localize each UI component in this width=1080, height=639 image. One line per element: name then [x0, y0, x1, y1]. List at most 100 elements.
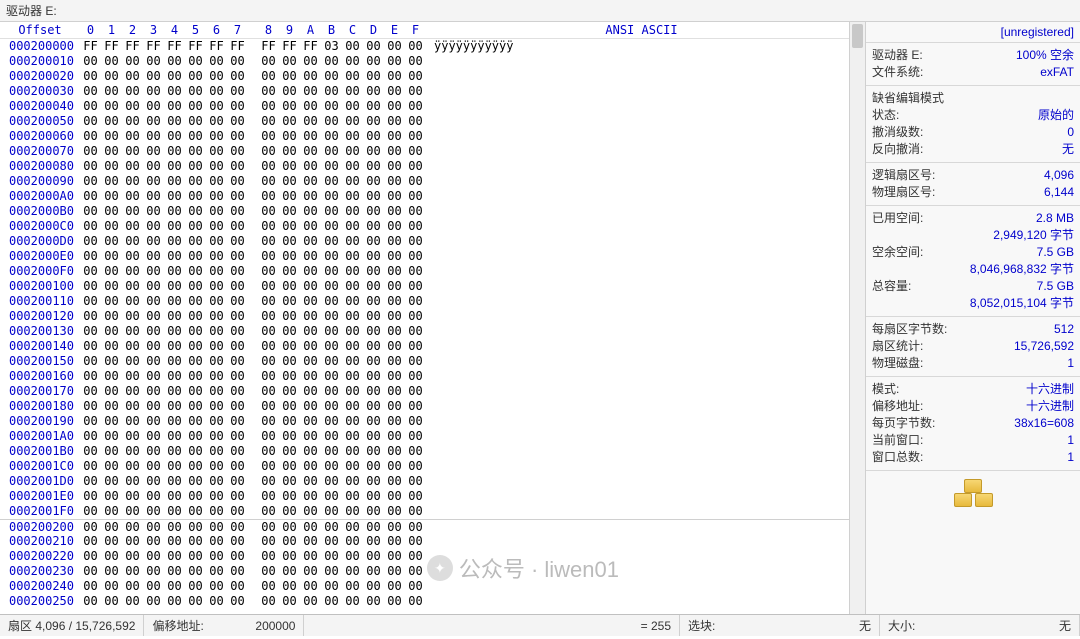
hex-byte[interactable]: 00: [300, 564, 321, 579]
hex-byte[interactable]: 00: [164, 429, 185, 444]
hex-byte[interactable]: 00: [279, 129, 300, 144]
hex-byte[interactable]: 00: [342, 294, 363, 309]
hex-byte[interactable]: 00: [122, 534, 143, 549]
hex-byte[interactable]: 00: [164, 54, 185, 69]
hex-byte[interactable]: 00: [143, 414, 164, 429]
hex-byte[interactable]: 00: [164, 549, 185, 564]
hex-byte[interactable]: 00: [80, 99, 101, 114]
hex-byte[interactable]: 00: [80, 204, 101, 219]
hex-byte[interactable]: 00: [363, 174, 384, 189]
hex-row[interactable]: 0002000300000000000000000000000000000000…: [0, 84, 849, 99]
hex-byte[interactable]: 00: [227, 54, 248, 69]
hex-byte[interactable]: 00: [164, 249, 185, 264]
hex-byte[interactable]: 00: [258, 144, 279, 159]
hex-byte[interactable]: FF: [227, 39, 248, 54]
hex-byte[interactable]: 00: [342, 504, 363, 519]
hex-byte[interactable]: 00: [164, 459, 185, 474]
hex-byte[interactable]: 00: [122, 459, 143, 474]
hex-byte[interactable]: 00: [206, 489, 227, 504]
hex-row[interactable]: 0002000F00000000000000000000000000000000…: [0, 264, 849, 279]
hex-byte[interactable]: 00: [279, 399, 300, 414]
hex-byte[interactable]: 00: [342, 384, 363, 399]
hex-byte[interactable]: 00: [227, 369, 248, 384]
hex-byte[interactable]: 00: [321, 534, 342, 549]
hex-byte[interactable]: 00: [384, 504, 405, 519]
hex-byte[interactable]: 00: [227, 204, 248, 219]
hex-byte[interactable]: 00: [185, 54, 206, 69]
hex-byte[interactable]: 00: [164, 564, 185, 579]
hex-byte[interactable]: 00: [321, 264, 342, 279]
hex-byte[interactable]: 00: [279, 414, 300, 429]
hex-byte[interactable]: 00: [363, 264, 384, 279]
hex-byte[interactable]: 00: [122, 594, 143, 609]
ascii-cell[interactable]: [426, 339, 434, 354]
hex-byte[interactable]: 00: [405, 534, 426, 549]
ascii-cell[interactable]: [426, 114, 434, 129]
hex-row[interactable]: 0002000A00000000000000000000000000000000…: [0, 189, 849, 204]
hex-byte[interactable]: 00: [185, 69, 206, 84]
hex-byte[interactable]: 00: [143, 564, 164, 579]
hex-byte[interactable]: 00: [300, 234, 321, 249]
hex-byte[interactable]: 00: [405, 399, 426, 414]
hex-byte[interactable]: 00: [405, 99, 426, 114]
hex-byte[interactable]: 00: [279, 594, 300, 609]
hex-byte[interactable]: 00: [80, 294, 101, 309]
hex-byte[interactable]: 00: [164, 309, 185, 324]
hex-byte[interactable]: 00: [300, 174, 321, 189]
hex-byte[interactable]: 00: [342, 69, 363, 84]
hex-byte[interactable]: 00: [80, 579, 101, 594]
hex-byte[interactable]: 00: [227, 309, 248, 324]
hex-byte[interactable]: 00: [405, 69, 426, 84]
hex-byte[interactable]: 00: [143, 309, 164, 324]
ascii-cell[interactable]: [426, 474, 434, 489]
hex-byte[interactable]: 00: [143, 69, 164, 84]
hex-byte[interactable]: 00: [279, 564, 300, 579]
hex-byte[interactable]: 00: [363, 159, 384, 174]
hex-byte[interactable]: 00: [363, 144, 384, 159]
hex-byte[interactable]: 00: [206, 174, 227, 189]
hex-byte[interactable]: 00: [227, 339, 248, 354]
hex-byte[interactable]: 00: [279, 249, 300, 264]
hex-byte[interactable]: 00: [405, 429, 426, 444]
hex-byte[interactable]: 00: [279, 114, 300, 129]
hex-byte[interactable]: 00: [122, 204, 143, 219]
hex-row[interactable]: 0002002500000000000000000000000000000000…: [0, 594, 849, 609]
hex-byte[interactable]: 00: [164, 369, 185, 384]
hex-byte[interactable]: 00: [143, 99, 164, 114]
hex-byte[interactable]: 00: [258, 234, 279, 249]
hex-byte[interactable]: FF: [206, 39, 227, 54]
hex-byte[interactable]: 00: [363, 429, 384, 444]
ascii-cell[interactable]: [426, 129, 434, 144]
hex-byte[interactable]: 00: [122, 114, 143, 129]
hex-byte[interactable]: 00: [164, 504, 185, 519]
hex-byte[interactable]: 00: [384, 520, 405, 534]
hex-byte[interactable]: 00: [164, 204, 185, 219]
hex-byte[interactable]: 00: [101, 369, 122, 384]
hex-byte[interactable]: 00: [80, 69, 101, 84]
ascii-cell[interactable]: [426, 249, 434, 264]
hex-byte[interactable]: 00: [384, 279, 405, 294]
hex-byte[interactable]: 00: [258, 474, 279, 489]
hex-row[interactable]: 0002000500000000000000000000000000000000…: [0, 114, 849, 129]
hex-byte[interactable]: 00: [342, 144, 363, 159]
hex-byte[interactable]: 00: [363, 309, 384, 324]
hex-byte[interactable]: 00: [258, 354, 279, 369]
hex-byte[interactable]: 00: [185, 354, 206, 369]
hex-byte[interactable]: 00: [101, 219, 122, 234]
hex-byte[interactable]: 00: [363, 459, 384, 474]
hex-byte[interactable]: 00: [258, 204, 279, 219]
hex-byte[interactable]: 00: [405, 39, 426, 54]
hex-byte[interactable]: 00: [185, 324, 206, 339]
hex-byte[interactable]: 00: [185, 339, 206, 354]
hex-byte[interactable]: 00: [258, 129, 279, 144]
hex-byte[interactable]: 00: [405, 159, 426, 174]
hex-byte[interactable]: 00: [206, 234, 227, 249]
hex-byte[interactable]: 00: [405, 520, 426, 534]
hex-byte[interactable]: 00: [363, 294, 384, 309]
hex-byte[interactable]: 00: [363, 324, 384, 339]
hex-byte[interactable]: 00: [185, 384, 206, 399]
hex-byte[interactable]: 00: [101, 399, 122, 414]
hex-byte[interactable]: 00: [363, 54, 384, 69]
hex-byte[interactable]: 00: [227, 474, 248, 489]
hex-byte[interactable]: 00: [384, 114, 405, 129]
